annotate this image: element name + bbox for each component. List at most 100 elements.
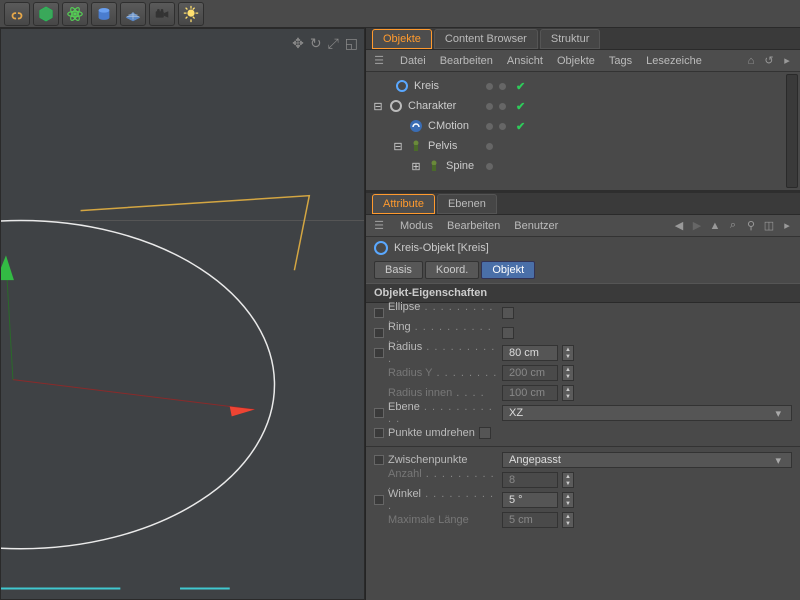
character-icon [388,98,404,114]
menu-bearbeiten[interactable]: Bearbeiten [440,55,493,67]
circle-spline-icon [374,241,388,255]
param-anim-toggle[interactable] [374,328,384,338]
tree-label[interactable]: CMotion [428,120,800,132]
radius-input[interactable]: 80 cm [502,345,558,361]
object-tree[interactable]: Kreis ✔ ⊟ Charakter ✔ CMotion ✔ [366,72,800,190]
objects-menubar: ☰ Datei Bearbeiten Ansicht Objekte Tags … [366,50,800,72]
zwischenpunkte-dropdown[interactable]: Angepasst▾ [502,452,792,468]
param-anim-toggle[interactable] [374,408,384,418]
tree-row-kreis[interactable]: Kreis ✔ [372,76,800,96]
tab-content-browser[interactable]: Content Browser [434,29,538,49]
nav-back-icon[interactable]: ◀ [672,219,686,233]
menu-bearbeiten[interactable]: Bearbeiten [447,220,500,232]
prop-ellipse: Ellipse . . . . . . . . . . [366,303,800,323]
circle-spline-icon [394,78,410,94]
nav-fwd-icon[interactable]: ▶ [690,219,704,233]
winkel-spinner[interactable]: ▲▼ [562,492,574,508]
param-anim-toggle[interactable] [374,455,384,465]
subtab-koord[interactable]: Koord. [425,261,479,279]
menu-datei[interactable]: Datei [400,55,426,67]
tree-label[interactable]: Spine [446,160,800,172]
camera-icon[interactable] [149,2,175,26]
ring-checkbox[interactable] [502,327,514,339]
search-icon[interactable]: ⌕ [726,219,740,233]
ellipse-checkbox[interactable] [502,307,514,319]
joint-icon [408,138,424,154]
atom-icon[interactable] [62,2,88,26]
maxlaenge-input: 5 cm [502,512,558,528]
sync-icon[interactable]: ↺ [762,54,776,68]
attribute-subtabs: Basis Koord. Objekt [366,259,800,283]
top-toolbar [0,0,800,28]
chevron-right-icon[interactable]: ▸ [780,219,794,233]
lock-icon[interactable]: ⚲ [744,219,758,233]
tree-label[interactable]: Kreis [414,80,800,92]
tab-struktur[interactable]: Struktur [540,29,601,49]
right-panel: Objekte Content Browser Struktur ☰ Datei… [365,28,800,600]
menu-objekte[interactable]: Objekte [557,55,595,67]
chevron-down-icon: ▾ [771,454,785,467]
winkel-input[interactable]: 5 ° [502,492,558,508]
tab-objekte[interactable]: Objekte [372,29,432,49]
tree-row-pelvis[interactable]: ⊟ Pelvis [372,136,800,156]
param-anim-toggle[interactable] [374,348,384,358]
grid-icon[interactable] [120,2,146,26]
prop-zwischenpunkte: Zwischenpunkte Angepasst▾ [366,450,800,470]
tree-scrollbar[interactable] [786,74,798,188]
menu-modus[interactable]: Modus [400,220,433,232]
tab-ebenen[interactable]: Ebenen [437,194,497,214]
prop-anzahl: Anzahl . . . . . . . . . . 8 ▲▼ [366,470,800,490]
punkte-checkbox[interactable] [479,427,491,439]
viewport-scene [1,29,364,599]
light-icon[interactable] [178,2,204,26]
cube-icon[interactable] [33,2,59,26]
cylinder-icon[interactable] [91,2,117,26]
attribute-object-header: Kreis-Objekt [Kreis] [366,237,800,259]
menu-benutzer[interactable]: Benutzer [514,220,558,232]
param-anim-toggle[interactable] [374,495,384,505]
radius-spinner[interactable]: ▲▼ [562,345,574,361]
prop-radius-y: Radius Y . . . . . . . . 200 cm ▲▼ [366,363,800,383]
menu-tags[interactable]: Tags [609,55,632,67]
tree-expander[interactable] [378,80,390,92]
subtab-basis[interactable]: Basis [374,261,423,279]
section-title: Objekt-Eigenschaften [366,283,800,303]
chevron-right-icon[interactable]: ▸ [780,54,794,68]
prop-radius: Radius . . . . . . . . . . 80 cm ▲▼ [366,343,800,363]
tree-label[interactable]: Pelvis [428,140,800,152]
tree-row-spine[interactable]: ⊞ Spine [372,156,800,176]
home-icon[interactable]: ⌂ [744,54,758,68]
radius-innen-input: 100 cm [502,385,558,401]
nav-up-icon[interactable]: ▲ [708,219,722,233]
attributes-tabs: Attribute Ebenen [366,193,800,215]
radiusy-spinner: ▲▼ [562,365,574,381]
tree-label[interactable]: Charakter [408,100,800,112]
menu-lesezeichen[interactable]: Lesezeiche [646,55,702,67]
prop-winkel: Winkel . . . . . . . . . . 5 ° ▲▼ [366,490,800,510]
tree-expander[interactable]: ⊞ [410,160,422,172]
tree-expander[interactable] [392,120,404,132]
tree-expander[interactable]: ⊟ [392,140,404,152]
tree-expander[interactable]: ⊟ [372,100,384,112]
viewport[interactable]: ✥ ↻ ⤢ ◱ [0,28,365,600]
anzahl-input: 8 [502,472,558,488]
object-title: Kreis-Objekt [Kreis] [394,242,489,254]
link-icon[interactable] [4,2,30,26]
param-anim-toggle[interactable] [374,308,384,318]
param-anim-toggle[interactable] [374,428,384,438]
prop-radius-innen: Radius innen . . . . 100 cm ▲▼ [366,383,800,403]
panel-menu-icon[interactable]: ☰ [372,54,386,68]
joint-icon [426,158,442,174]
tree-row-cmotion[interactable]: CMotion ✔ [372,116,800,136]
attributes-menubar: ☰ Modus Bearbeiten Benutzer ◀ ▶ ▲ ⌕ ⚲ ◫ … [366,215,800,237]
radiusy-input: 200 cm [502,365,558,381]
prop-ring: Ring . . . . . . . . . . . . [366,323,800,343]
radius-innen-spinner: ▲▼ [562,385,574,401]
panel-menu-icon[interactable]: ☰ [372,219,386,233]
tab-attribute[interactable]: Attribute [372,194,435,214]
subtab-objekt[interactable]: Objekt [481,261,535,279]
ebene-dropdown[interactable]: XZ▾ [502,405,792,421]
menu-ansicht[interactable]: Ansicht [507,55,543,67]
new-icon[interactable]: ◫ [762,219,776,233]
tree-row-charakter[interactable]: ⊟ Charakter ✔ [372,96,800,116]
